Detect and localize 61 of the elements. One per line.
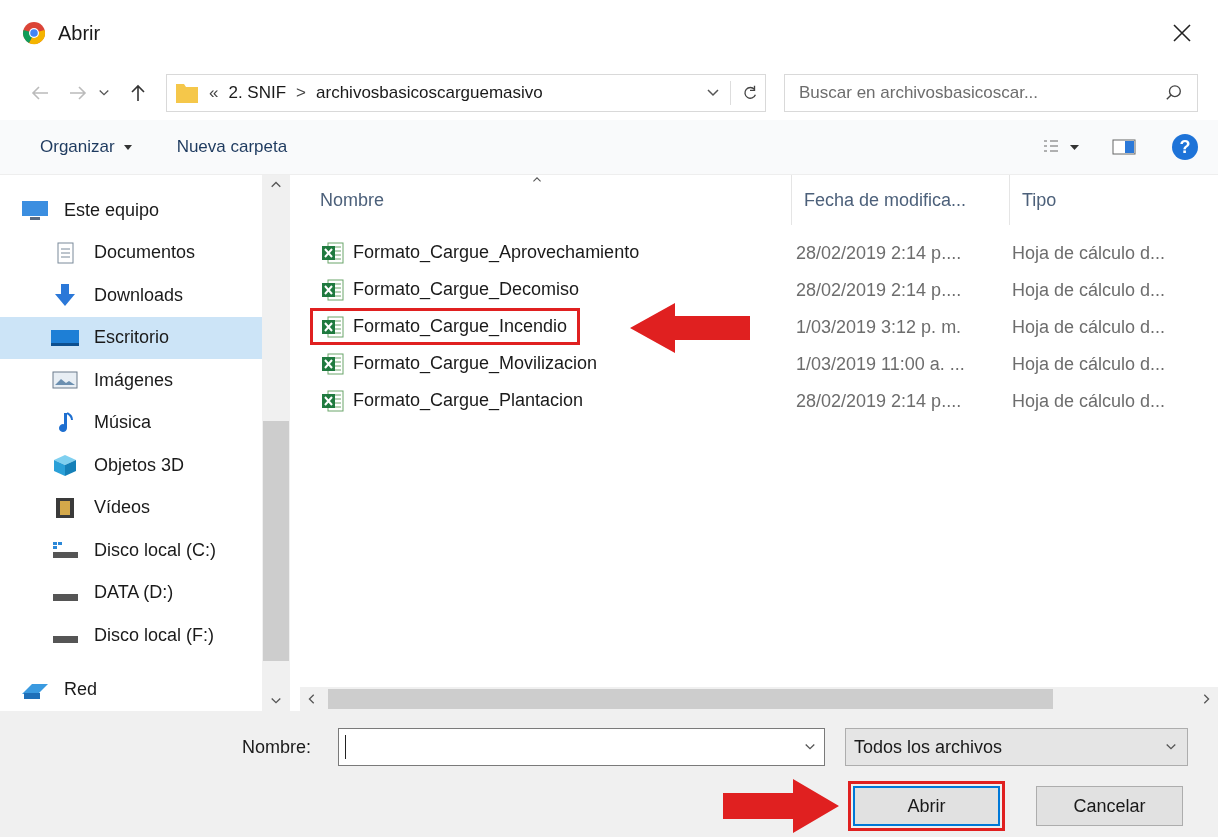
pointer-arrow-icon	[630, 303, 750, 353]
sidebar-item[interactable]: DATA (D:)	[0, 571, 262, 614]
table-cell-text: 1/03/2019 11:00 a. ...	[795, 353, 966, 376]
window-title: Abrir	[58, 20, 101, 46]
organize-menu[interactable]: Organizar	[40, 134, 133, 160]
new-folder-button[interactable]: Nueva carpeta	[176, 134, 288, 160]
sidebar-item[interactable]: Música	[0, 401, 262, 444]
sidebar-item[interactable]: Documentos	[0, 231, 262, 274]
table-cell-text: Hoja de cálculo d...	[1011, 353, 1167, 376]
refresh-icon[interactable]	[741, 83, 759, 102]
text-cursor	[345, 735, 346, 759]
table-cell-text: Hoja de cálculo d...	[1011, 390, 1167, 413]
sidebar-item[interactable]: Disco local (C:)	[0, 529, 262, 572]
column-header[interactable]: Fecha de modifica...	[792, 175, 1010, 225]
address-bar[interactable]: « 2. SNIF > archivosbasicoscarguemasivo	[166, 73, 766, 112]
vertical-scrollbar[interactable]	[262, 175, 290, 711]
table-cell-text: 28/02/2019 2:14 p....	[795, 242, 963, 265]
close-icon[interactable]	[1172, 22, 1192, 43]
spreadsheet-icon	[321, 388, 345, 413]
sidebar-item[interactable]: Imágenes	[0, 359, 262, 402]
monitor-icon	[20, 198, 50, 223]
table-cell-text: 28/02/2019 2:14 p....	[795, 279, 963, 302]
column-header[interactable]: Nombre	[300, 175, 792, 225]
file-name[interactable]: Formato_Cargue_Decomiso	[310, 271, 593, 309]
sidebar-item[interactable]: Red	[0, 668, 262, 711]
sidebar-item[interactable]: Este equipo	[0, 189, 262, 232]
path-segment[interactable]: archivosbasicoscarguemasivo	[316, 79, 543, 106]
spreadsheet-icon	[321, 240, 345, 265]
caret-icon	[122, 144, 133, 150]
column-header[interactable]: Tipo	[1010, 175, 1218, 225]
horizontal-scrollbar[interactable]	[300, 687, 1218, 711]
file-type-select[interactable]: Todos los archivos	[845, 728, 1188, 766]
path-overflow[interactable]: «	[209, 79, 219, 106]
table-cell-text: Hoja de cálculo d...	[1011, 316, 1167, 339]
pointer-arrow-icon	[723, 779, 839, 833]
sidebar-item[interactable]: Downloads	[0, 274, 262, 317]
table-cell-text: 28/02/2019 2:14 p....	[795, 390, 963, 413]
file-name[interactable]: Formato_Cargue_Incendio	[310, 308, 581, 346]
dialog-button[interactable]: Abrir	[848, 781, 1005, 831]
name-label: Nombre:	[242, 735, 313, 759]
sidebar-item[interactable]: Disco local (F:)	[0, 614, 262, 657]
search-icon	[1165, 83, 1183, 102]
path-segment[interactable]: 2. SNIF	[228, 79, 287, 106]
browser-logo-icon	[22, 20, 46, 45]
path-separator: >	[296, 81, 307, 104]
table-cell-text: 1/03/2019 3:12 p. m.	[795, 316, 963, 339]
file-name[interactable]: Formato_Cargue_Aprovechamiento	[310, 234, 653, 272]
spreadsheet-icon	[321, 314, 345, 339]
sidebar-item[interactable]: Objetos 3D	[0, 444, 262, 487]
drive-icon	[53, 636, 78, 644]
file-name[interactable]: Formato_Cargue_Plantacion	[310, 382, 597, 420]
drive-icon	[53, 593, 78, 601]
sidebar-item[interactable]: Vídeos	[0, 486, 262, 529]
preview-pane-icon[interactable]	[1112, 137, 1136, 157]
file-name[interactable]: Formato_Cargue_Movilizacion	[310, 345, 611, 383]
spreadsheet-icon	[321, 277, 345, 302]
sidebar-item[interactable]: Escritorio	[0, 316, 262, 359]
help-button[interactable]: ?	[1172, 134, 1198, 160]
spreadsheet-icon	[321, 351, 345, 376]
table-cell-text: Hoja de cálculo d...	[1011, 242, 1167, 265]
table-cell-text: Hoja de cálculo d...	[1011, 279, 1167, 302]
